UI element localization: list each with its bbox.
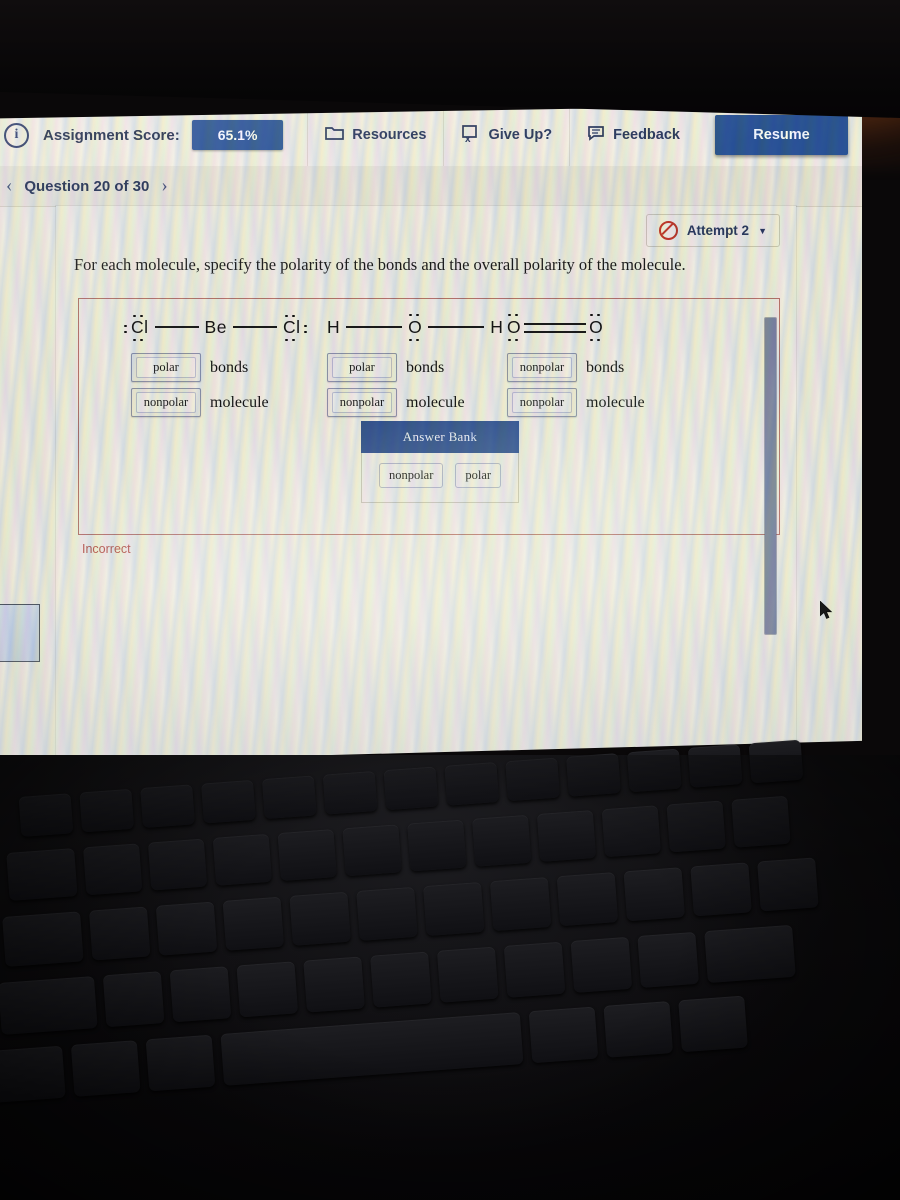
give-up-icon: x [461, 124, 480, 146]
assignment-score-label: Assignment Score: [43, 126, 180, 144]
laptop-screen-area: i Assignment Score: 65.1% Resources x Gi… [0, 0, 900, 770]
photo-background: i Assignment Score: 65.1% Resources x Gi… [0, 0, 900, 1200]
no-entry-icon [658, 221, 678, 240]
bond-line [154, 326, 199, 328]
feedback-button[interactable]: Feedback [569, 104, 697, 166]
answer-chip[interactable]: polar [136, 357, 196, 378]
atom-label: Be [204, 316, 227, 337]
molecule-label: molecule [586, 393, 645, 411]
atom-label: H [490, 316, 504, 337]
chevron-down-icon: ▼ [758, 225, 767, 236]
answer-bank-chip-polar[interactable]: polar [455, 463, 502, 488]
molecule-drop-slot[interactable]: nonpolar [131, 388, 201, 417]
attempt-label: Attempt 2 [686, 223, 750, 238]
bonds-drop-slot[interactable]: polar [131, 353, 201, 382]
answer-bank: Answer Bank nonpolar polar [361, 421, 519, 503]
molecule-label: molecule [210, 393, 269, 411]
assignment-score-value: 65.1% [191, 120, 284, 150]
atom-label: H [327, 316, 341, 337]
atom-label: Cl [124, 314, 149, 342]
atom-label: O [507, 313, 521, 342]
molecule-drop-slot[interactable]: nonpolar [327, 388, 397, 417]
feedback-label: Feedback [613, 127, 680, 143]
bonds-drop-slot[interactable]: polar [327, 353, 397, 382]
molecule-group-beryllium-chloride: Cl Be Cl polar bonds nonpolar molecule [124, 307, 307, 417]
lewis-structure-oxygen: O O [507, 307, 645, 347]
resources-label: Resources [352, 127, 427, 143]
browser-viewport: i Assignment Score: 65.1% Resources x Gi… [0, 104, 862, 764]
bonds-label: bonds [586, 358, 625, 376]
bond-line [346, 326, 403, 328]
question-navigation-bar: ‹ Question 20 of 30 › [0, 166, 862, 207]
bonds-answer-row: polar bonds [327, 353, 503, 382]
give-up-button[interactable]: x Give Up? [443, 104, 569, 166]
chevron-right-icon[interactable]: › [149, 175, 179, 197]
answer-chip[interactable]: nonpolar [332, 392, 392, 413]
molecule-drop-slot[interactable]: nonpolar [507, 388, 577, 417]
question-prompt: For each molecule, specify the polarity … [74, 255, 686, 274]
atom-label: O [408, 313, 422, 342]
question-card: Attempt 2 ▼ For each molecule, specify t… [56, 206, 796, 764]
lewis-structure-beryllium-chloride: Cl Be Cl [124, 307, 307, 347]
give-up-label: Give Up? [488, 127, 553, 143]
comment-icon [587, 125, 605, 145]
answer-bank-title: Answer Bank [361, 421, 519, 453]
answer-bank-options: nonpolar polar [361, 453, 519, 503]
resources-button[interactable]: Resources [307, 104, 443, 166]
answer-bank-chip-nonpolar[interactable]: nonpolar [378, 463, 444, 488]
offscreen-panel[interactable] [0, 604, 40, 662]
resume-button[interactable]: Resume [715, 115, 848, 155]
info-icon[interactable]: i [4, 122, 29, 148]
bonds-answer-row: nonpolar bonds [507, 353, 645, 382]
svg-text:x: x [465, 134, 471, 142]
status-incorrect: Incorrect [82, 542, 131, 556]
double-bond-line [524, 322, 587, 333]
chevron-left-icon[interactable]: ‹ [0, 175, 24, 197]
molecule-group-oxygen: O O nonpolar bonds nonpolar molecule [507, 307, 645, 417]
bonds-label: bonds [406, 358, 445, 376]
answer-chip[interactable]: nonpolar [512, 357, 572, 378]
answer-chip[interactable]: nonpolar [136, 392, 196, 413]
bonds-drop-slot[interactable]: nonpolar [507, 353, 577, 382]
molecule-answer-row: nonpolar molecule [131, 388, 300, 417]
atom-label: Cl [283, 314, 307, 342]
folder-icon [325, 125, 345, 145]
answer-chip[interactable]: polar [332, 357, 392, 378]
answer-chip[interactable]: nonpolar [512, 392, 572, 413]
bonds-label: bonds [210, 358, 249, 376]
attempt-selector[interactable]: Attempt 2 ▼ [645, 214, 780, 247]
molecule-answer-row: nonpolar molecule [327, 388, 503, 417]
molecule-label: molecule [406, 393, 465, 411]
question-counter: Question 20 of 30 [24, 177, 150, 195]
laptop-keyboard [0, 739, 900, 1200]
bond-line [428, 326, 485, 328]
lewis-structure-water: H O H [327, 307, 503, 347]
answer-area: Cl Be Cl polar bonds nonpolar molecule H… [78, 298, 780, 535]
vertical-scrollbar[interactable] [765, 318, 776, 634]
assignment-header: i Assignment Score: 65.1% Resources x Gi… [0, 104, 862, 167]
bond-line [232, 326, 277, 328]
bonds-answer-row: polar bonds [131, 353, 300, 382]
molecule-answer-row: nonpolar molecule [507, 388, 645, 417]
keyboard-vignette [0, 755, 900, 1200]
atom-label: O [589, 313, 603, 342]
molecule-group-water: H O H polar bonds nonpolar molecule [327, 307, 503, 417]
